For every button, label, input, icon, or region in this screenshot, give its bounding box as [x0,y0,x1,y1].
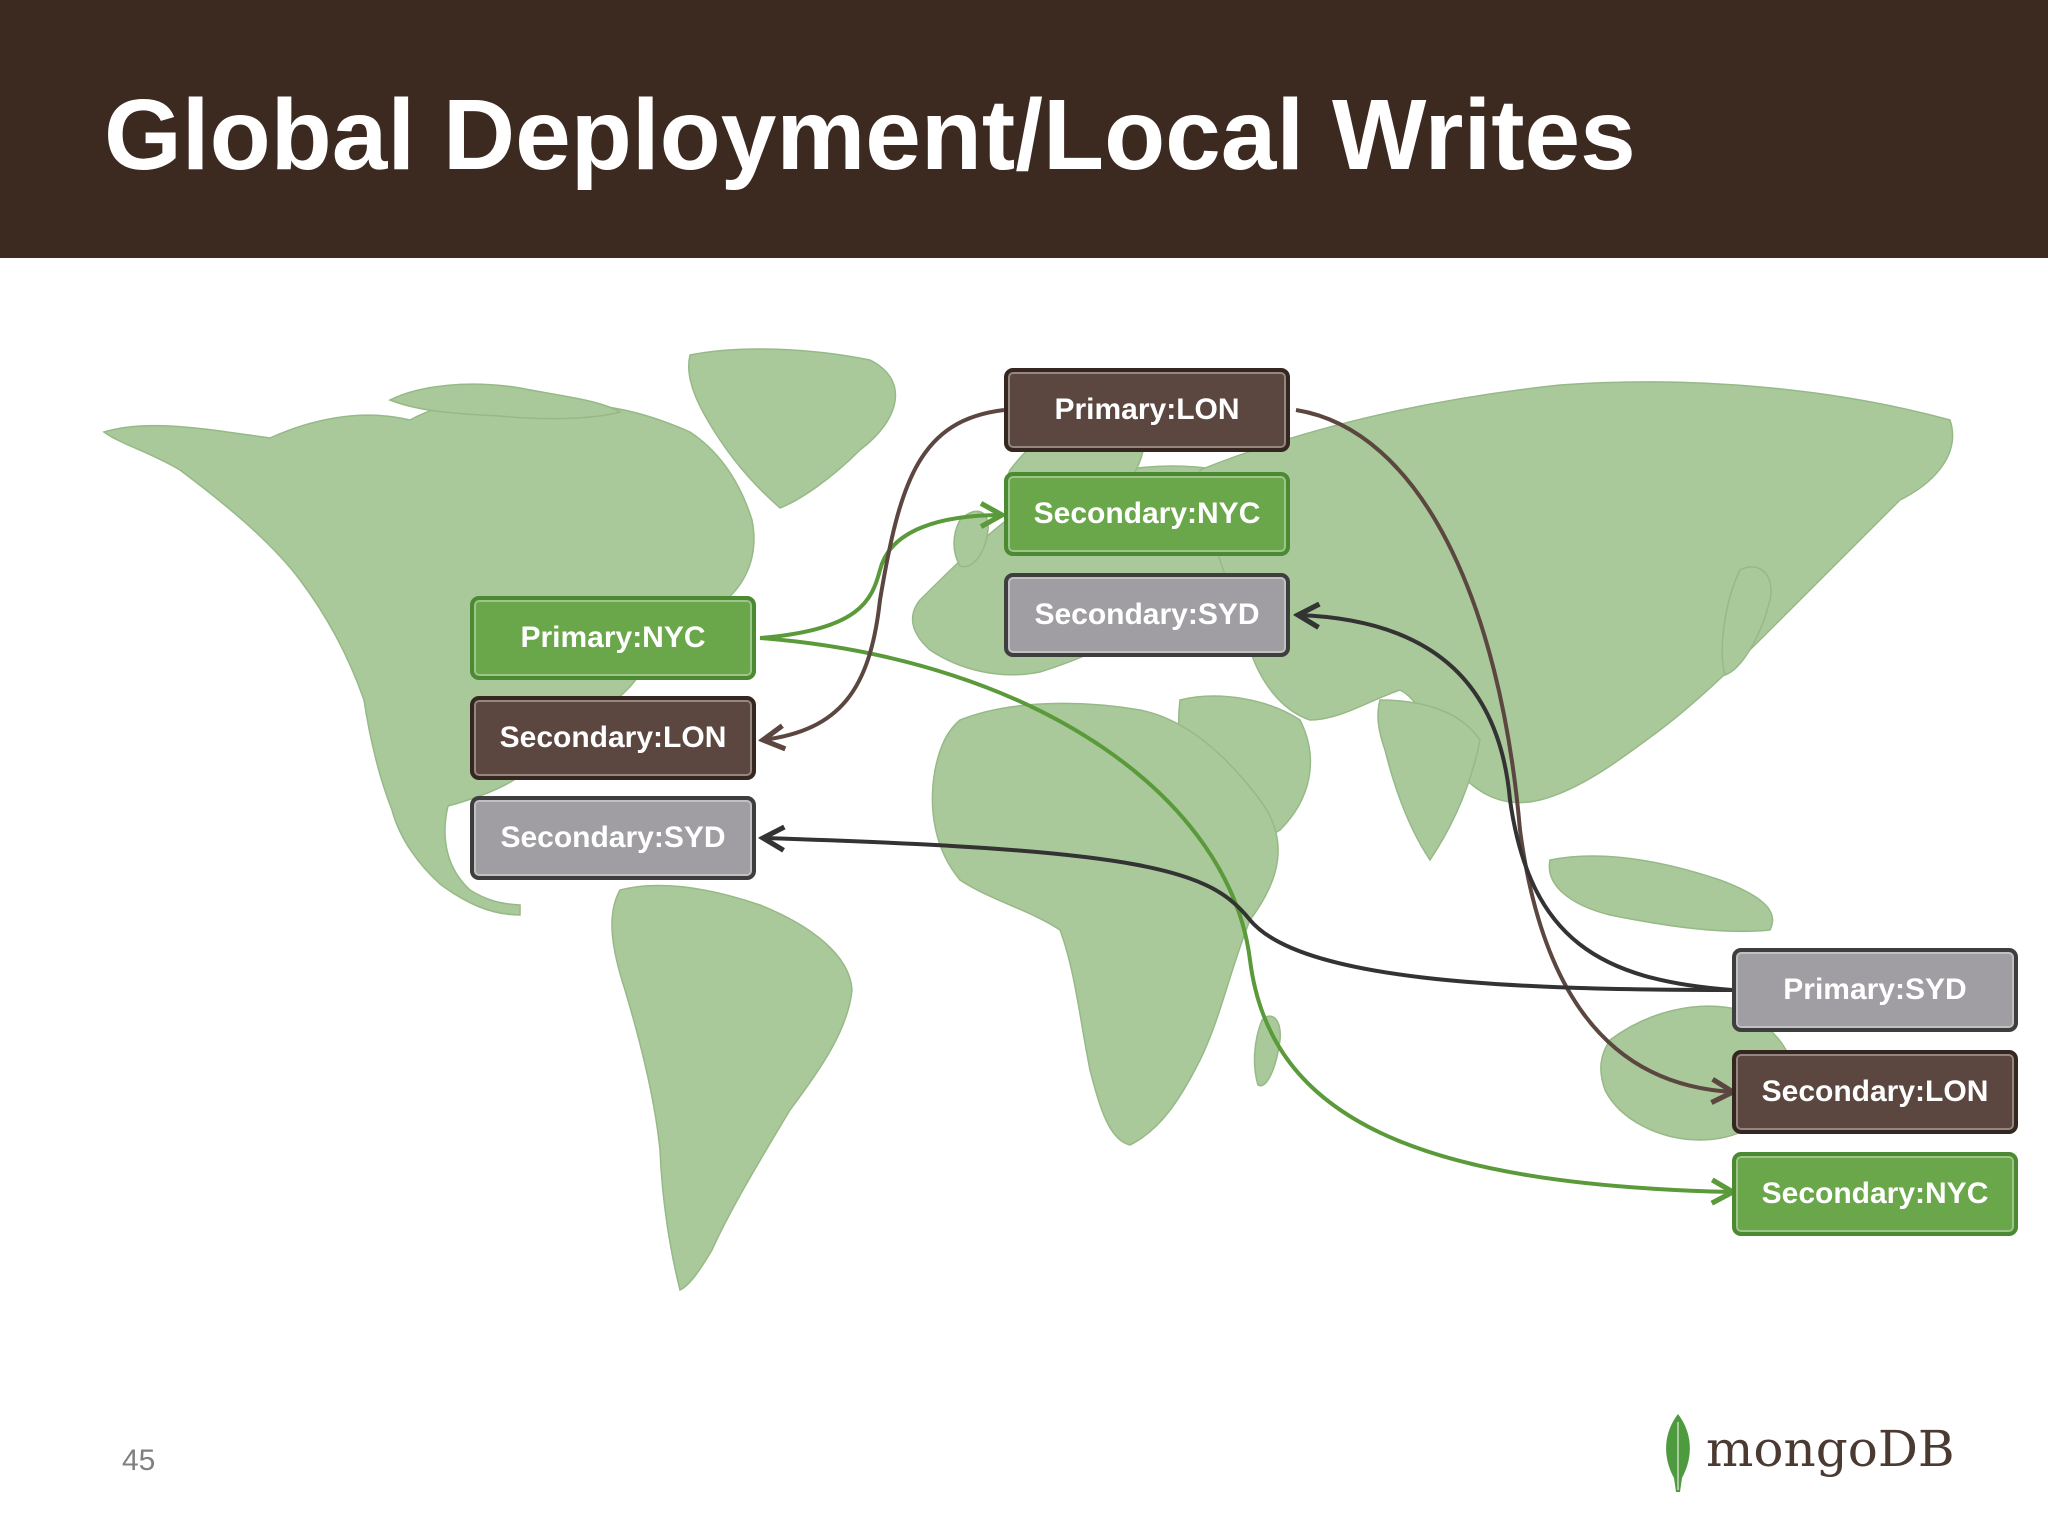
asia-landmass [1199,381,1954,804]
page-number: 45 [122,1444,156,1477]
primary-nyc-node: Primary:NYC [470,596,756,680]
secondary-lon-node-syd-group: Secondary:LON [1732,1050,2018,1134]
africa-landmass [931,702,1279,1146]
secondary-nyc-node-lon-group: Secondary:NYC [1004,472,1290,556]
secondary-syd-node-lon-group: Secondary:SYD [1004,573,1290,657]
world-map [102,348,1954,1292]
primary-lon-node: Primary:LON [1004,368,1290,452]
south-america-landmass [611,884,853,1292]
leaf-icon [1666,1414,1690,1492]
secondary-lon-node-nyc-group: Secondary:LON [470,696,756,780]
primary-syd-node: Primary:SYD [1732,948,2018,1032]
logo-wordmark: mongoDB [1706,1420,1955,1478]
secondary-nyc-node-syd-group: Secondary:NYC [1732,1152,2018,1236]
secondary-syd-node-nyc-group: Secondary:SYD [470,796,756,880]
mongodb-logo: mongoDB [1658,1412,1958,1494]
southeast-asia-islands [1548,855,1774,933]
india-landmass [1377,699,1481,862]
